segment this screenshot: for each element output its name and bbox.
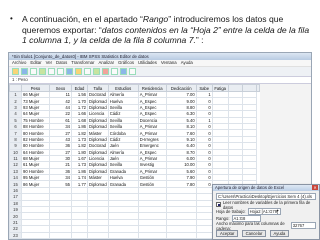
text-rango: Rango xyxy=(142,14,169,24)
find-icon[interactable] xyxy=(84,68,91,75)
column-header-5[interactable]: Residencia xyxy=(137,84,167,92)
column-header-empty[interactable] xyxy=(255,84,260,92)
column-header-row: Peso Sexo Edad Talla Estudios Residencia Dedic… xyxy=(9,84,260,92)
column-header-empty[interactable] xyxy=(241,84,257,92)
bullet-marker: • xyxy=(10,14,13,23)
column-header-empty[interactable] xyxy=(227,84,243,92)
window-title: *Sin título1 [Conjunto_de_datos0] - IBM … xyxy=(9,53,311,60)
column-header-1[interactable]: Sexo xyxy=(49,84,72,92)
menu-item-ver[interactable]: Ver xyxy=(46,60,52,66)
instruction-paragraph: A continuación, en el apartado “Rango” i… xyxy=(22,14,310,46)
grid-corner xyxy=(9,84,22,92)
menu-item-ayuda[interactable]: Ayuda xyxy=(181,60,193,66)
open-icon[interactable] xyxy=(12,68,19,75)
menu-item-datos[interactable]: Datos xyxy=(56,60,67,66)
menu-item-utilidades[interactable]: Utilidades xyxy=(138,60,157,66)
menu-item-transformar[interactable]: Transformar xyxy=(71,60,94,66)
menu-bar: Archivo Editar Ver Datos Transformar Analizar… xyxy=(9,60,311,67)
excel-open-dialog: Apertura de origen de datos de Excel ✕ C… xyxy=(212,184,320,240)
close-icon[interactable]: ✕ xyxy=(312,185,318,190)
redo-icon[interactable] xyxy=(57,68,64,75)
undo-icon[interactable] xyxy=(48,68,55,75)
menu-item-archivo[interactable]: Archivo xyxy=(12,60,26,66)
column-header-0[interactable]: Peso xyxy=(21,84,50,92)
slide-bullet-text: • A continuación, en el apartado “Rango”… xyxy=(10,14,310,46)
menu-item-ventana[interactable]: Ventana xyxy=(161,60,177,66)
table-cell[interactable]: Diplomad xyxy=(87,103,109,112)
column-header-3[interactable]: Talla xyxy=(87,84,109,92)
menu-item-gráficos[interactable]: Gráficos xyxy=(118,60,134,66)
max-width-label: Ancho máximo para las columnas de cadena… xyxy=(216,220,285,231)
dialog-body: C:\Users\Practica\Desktop\Ejercicios Sem… xyxy=(213,191,319,239)
column-header-7[interactable]: Sabe xyxy=(195,84,213,92)
column-header-2[interactable]: Edad xyxy=(71,84,88,92)
checkbox-row: Leer nombres de variables de la primera … xyxy=(216,200,316,210)
read-variable-names-checkbox[interactable] xyxy=(216,202,221,207)
value-labels-icon[interactable] xyxy=(129,68,136,75)
table-cell[interactable]: Diplomad xyxy=(87,122,109,131)
menu-item-editar[interactable]: Editar xyxy=(30,60,41,66)
variables-icon[interactable] xyxy=(75,68,82,75)
sheet-label: Hoja de trabajo: xyxy=(216,209,246,214)
toolbar xyxy=(9,67,311,77)
dialog-title: Apertura de origen de datos de Excel xyxy=(215,185,285,190)
table-cell[interactable]: Diplomad xyxy=(87,180,109,188)
help-button[interactable]: Ayuda xyxy=(269,230,290,237)
cell-reference-bar: 1 : Peso xyxy=(9,77,311,84)
table-cell[interactable]: Doctorad xyxy=(87,142,109,150)
column-header-8[interactable]: Fatiga xyxy=(211,84,229,92)
table-cell[interactable]: Diplomad xyxy=(87,167,109,176)
select-icon[interactable] xyxy=(120,68,127,75)
sheet-row: Hoja de trabajo: Hoja2 [A1:G79] xyxy=(216,208,316,215)
split-icon[interactable] xyxy=(102,68,109,75)
sheet-select[interactable]: Hoja2 [A1:G79] xyxy=(247,208,281,215)
text-end: ” : xyxy=(195,35,204,45)
text-intro: A continuación, en el apartado “ xyxy=(22,14,143,24)
print-icon[interactable] xyxy=(30,68,37,75)
dialog-title-bar: Apertura de origen de datos de Excel ✕ xyxy=(213,185,319,191)
save-icon[interactable] xyxy=(21,68,28,75)
dialog-recall-icon[interactable] xyxy=(39,68,46,75)
dialog-buttons: Aceptar Cancelar Ayuda xyxy=(216,230,316,237)
table-cell[interactable]: Diplomad xyxy=(87,148,109,156)
column-header-6[interactable]: Dedicación xyxy=(165,84,197,92)
insert-cases-icon[interactable] xyxy=(93,68,100,75)
ok-button[interactable]: Aceptar xyxy=(216,230,239,237)
cancel-button[interactable]: Cancelar xyxy=(241,230,267,237)
goto-icon[interactable] xyxy=(66,68,73,75)
weight-icon[interactable] xyxy=(111,68,118,75)
max-width-row: Ancho máximo para las columnas de cadena… xyxy=(216,220,316,231)
menu-item-analizar[interactable]: Analizar xyxy=(99,60,115,66)
table-cell[interactable]: Diplomad xyxy=(87,116,109,124)
max-width-input[interactable]: 32767 xyxy=(290,222,316,229)
table-cell[interactable]: Diplomad xyxy=(87,161,109,169)
table-cell[interactable]: Diplomad xyxy=(87,97,109,105)
column-header-4[interactable]: Estudios xyxy=(107,84,139,92)
table-cell[interactable]: Diplomad xyxy=(87,135,109,144)
table-cell[interactable]: Doctorad xyxy=(87,90,109,99)
